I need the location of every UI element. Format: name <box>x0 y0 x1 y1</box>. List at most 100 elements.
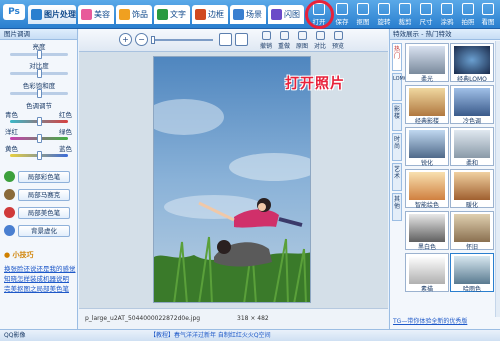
slider-knob[interactable] <box>37 50 42 59</box>
mosaic-icon <box>4 189 15 200</box>
zoom-slider[interactable] <box>151 36 213 44</box>
effect-label: 冷色调 <box>462 118 481 125</box>
paint-label: 涂鸦 <box>440 18 454 26</box>
effect-thumb[interactable]: 冷色调 <box>450 85 494 125</box>
camera-button[interactable]: 拍照 <box>457 2 479 27</box>
saturation-slider[interactable] <box>10 89 68 98</box>
color-brush-icon <box>4 171 15 182</box>
button-label: 局部彩色笔 <box>18 171 70 183</box>
size-button[interactable]: 尺寸 <box>415 2 437 27</box>
tab-frame[interactable]: 边框 <box>192 5 228 24</box>
effect-thumb[interactable]: 智能绘色 <box>405 169 449 209</box>
effect-preview <box>409 130 445 158</box>
vtab-fashion[interactable]: 时尚 <box>392 133 402 161</box>
tab-text[interactable]: 文字 <box>154 5 190 24</box>
yellow-blue-slider[interactable] <box>10 151 68 160</box>
app-window: Ps 图片处理 美容 饰品 文字 边框 场景 闪图 打开 保存 抠图 旋转 裁剪… <box>0 0 500 341</box>
slider-knob[interactable] <box>37 89 42 98</box>
effect-label: 暖化 <box>465 202 478 209</box>
vtab-hot[interactable]: 热门 <box>392 43 402 71</box>
red-label: 红色 <box>59 111 72 119</box>
canvas-area: + − 撤销 重做 原图 对比 预览 打开照片 p_large_u2AT_504… <box>79 29 388 329</box>
effect-thumb[interactable]: 锐化 <box>405 127 449 167</box>
button-label: 局部马赛克 <box>18 189 70 201</box>
vtab-studio[interactable]: 影楼 <box>392 103 402 131</box>
effect-thumb[interactable]: 经典LOMO <box>450 43 494 83</box>
cut-button[interactable]: 裁剪 <box>394 2 416 27</box>
effect-thumb[interactable]: 哈雨色 <box>450 253 494 293</box>
tab-beauty[interactable]: 美容 <box>78 5 114 24</box>
effect-thumb[interactable]: 素描 <box>405 253 449 293</box>
tab-accessories[interactable]: 饰品 <box>116 5 152 24</box>
zoom-knob[interactable] <box>151 36 155 44</box>
tip-link[interactable]: 换张脸还说还是我的感觉 <box>4 263 76 273</box>
save-label: 保存 <box>335 18 349 26</box>
green-label: 绿色 <box>59 128 72 136</box>
preview-button[interactable]: 预览 <box>329 31 347 50</box>
effect-thumb[interactable]: 怀旧 <box>450 211 494 251</box>
paint-button[interactable]: 涂鸦 <box>436 2 458 27</box>
cyan-red-slider[interactable] <box>10 117 68 126</box>
effect-preview <box>409 256 445 284</box>
news-link[interactable]: 【教程】春气洋洋过新年 自制红红火火Q空间 <box>150 330 271 341</box>
tip-link[interactable]: 完美抠图之局部美色笔 <box>4 283 69 293</box>
magenta-green-slider[interactable] <box>10 134 68 143</box>
vtab-art[interactable]: 艺术 <box>392 163 402 191</box>
tip-link[interactable]: 知晓怎样装成机器说明 <box>4 273 69 283</box>
slider-knob[interactable] <box>37 151 42 160</box>
local-beauty-brush-button[interactable]: 局部美色笔 <box>4 207 72 219</box>
crop-button[interactable]: 抠图 <box>352 2 374 27</box>
slider-knob[interactable] <box>37 134 42 143</box>
slider-knob[interactable] <box>37 69 42 78</box>
tab-label: 饰品 <box>132 10 148 19</box>
save-icon <box>336 3 348 15</box>
original-button[interactable]: 原图 <box>293 31 311 50</box>
promo-link[interactable]: TG—带你体验全新的优秀版 <box>393 316 467 325</box>
tab-label: 边框 <box>208 10 224 19</box>
background-blur-button[interactable]: 背景虚化 <box>4 225 72 237</box>
tab-flash[interactable]: 闪图 <box>268 5 304 24</box>
effect-preview <box>454 214 490 242</box>
fit-window-button[interactable] <box>235 33 248 46</box>
qq-link[interactable]: QQ影像 <box>4 330 25 341</box>
contrast-slider[interactable] <box>10 69 68 78</box>
local-color-brush-button[interactable]: 局部彩色笔 <box>4 171 72 183</box>
view-button[interactable]: 看图 <box>477 2 499 27</box>
effect-preview <box>409 214 445 242</box>
undo-button[interactable]: 撤销 <box>257 31 275 50</box>
redo-button[interactable]: 重做 <box>275 31 293 50</box>
effects-scrollbar[interactable] <box>495 41 500 317</box>
effect-thumb[interactable]: 柔光 <box>405 43 449 83</box>
vtab-other[interactable]: 其他 <box>392 193 402 221</box>
effect-preview <box>409 172 445 200</box>
effect-thumb[interactable]: 暖化 <box>450 169 494 209</box>
original-icon <box>297 31 307 40</box>
save-button[interactable]: 保存 <box>331 2 353 27</box>
tab-label: 闪图 <box>284 10 300 19</box>
compare-icon <box>315 31 325 40</box>
tab-photo-edit[interactable]: 图片处理 <box>28 5 76 24</box>
edited-photo[interactable] <box>153 56 311 303</box>
tab-scene[interactable]: 场景 <box>230 5 266 24</box>
effect-thumb[interactable]: 柔和 <box>450 127 494 167</box>
accessory-icon <box>119 9 130 20</box>
effect-thumb[interactable]: 经典影楼 <box>405 85 449 125</box>
vtab-lomo[interactable]: LOMO <box>392 73 408 101</box>
adjust-panel-title: 图片调调 <box>0 29 77 40</box>
zoom-out-button[interactable]: − <box>135 33 148 46</box>
slider-knob[interactable] <box>37 117 42 126</box>
button-label: 局部美色笔 <box>18 207 70 219</box>
zoom-in-button[interactable]: + <box>119 33 132 46</box>
actual-size-button[interactable] <box>219 33 232 46</box>
tips-title: ● 小技巧 <box>4 250 34 260</box>
compare-button[interactable]: 对比 <box>311 31 329 50</box>
effect-thumb[interactable]: 黑白色 <box>405 211 449 251</box>
effect-preview <box>454 88 490 116</box>
cut-icon <box>399 3 411 15</box>
brightness-slider[interactable] <box>10 50 68 59</box>
view-label: 看图 <box>481 18 495 26</box>
rotate-button[interactable]: 旋转 <box>373 2 395 27</box>
app-logo: Ps <box>3 4 25 20</box>
top-bar: Ps 图片处理 美容 饰品 文字 边框 场景 闪图 打开 保存 抠图 旋转 裁剪… <box>0 0 500 29</box>
local-mosaic-button[interactable]: 局部马赛克 <box>4 189 72 201</box>
